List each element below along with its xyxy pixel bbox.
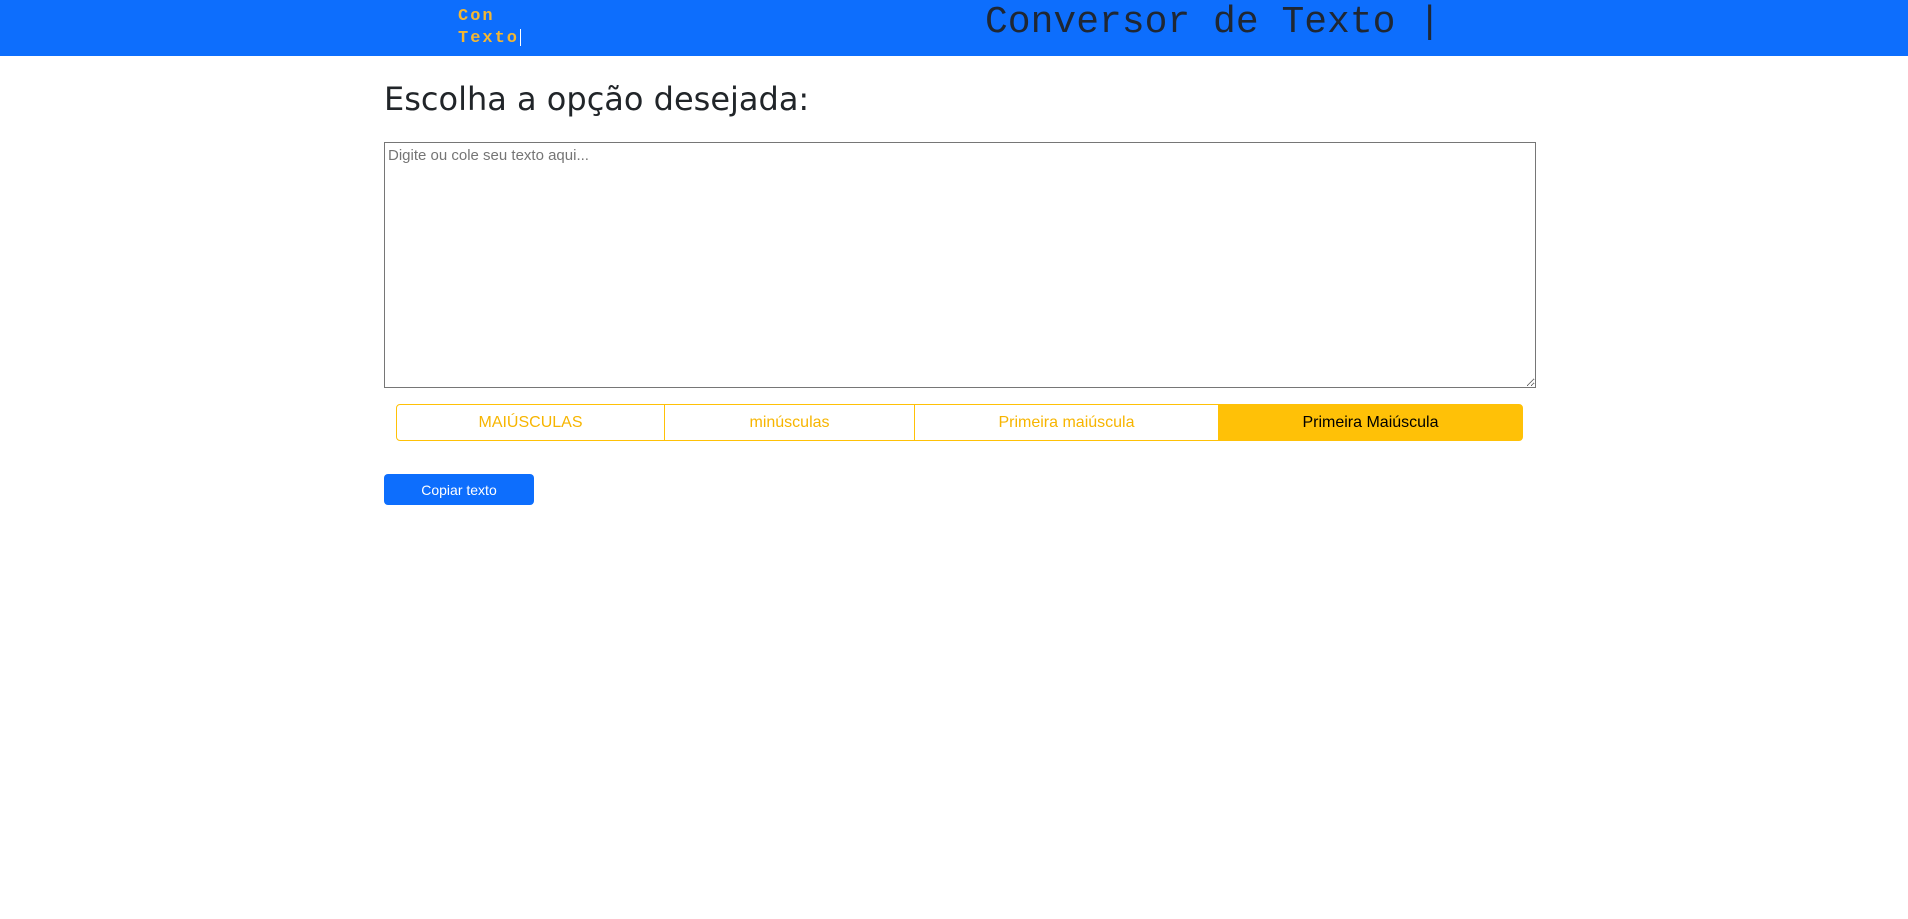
text-input[interactable] bbox=[384, 142, 1536, 388]
brand-line-1: Con bbox=[458, 7, 495, 26]
navbar: Con Texto Conversor de Texto | bbox=[0, 0, 1908, 56]
copy-text-button[interactable]: Copiar texto bbox=[384, 474, 534, 505]
sentence-case-button[interactable]: Primeira maiúscula bbox=[914, 404, 1219, 441]
conversion-options: MAIÚSCULAS minúsculas Primeira maiúscula… bbox=[396, 404, 1524, 441]
page-heading: Escolha a opção desejada: bbox=[384, 80, 810, 118]
typing-caret bbox=[520, 29, 522, 47]
lowercase-button[interactable]: minúsculas bbox=[664, 404, 915, 441]
app-title: Conversor de Texto | bbox=[985, 1, 1442, 44]
uppercase-button[interactable]: MAIÚSCULAS bbox=[396, 404, 665, 441]
brand-line-2: Texto bbox=[458, 28, 522, 50]
brand-logo[interactable]: Con Texto bbox=[458, 6, 522, 50]
title-case-button[interactable]: Primeira Maiúscula bbox=[1218, 404, 1523, 441]
brand-line-2-text: Texto bbox=[458, 29, 520, 48]
